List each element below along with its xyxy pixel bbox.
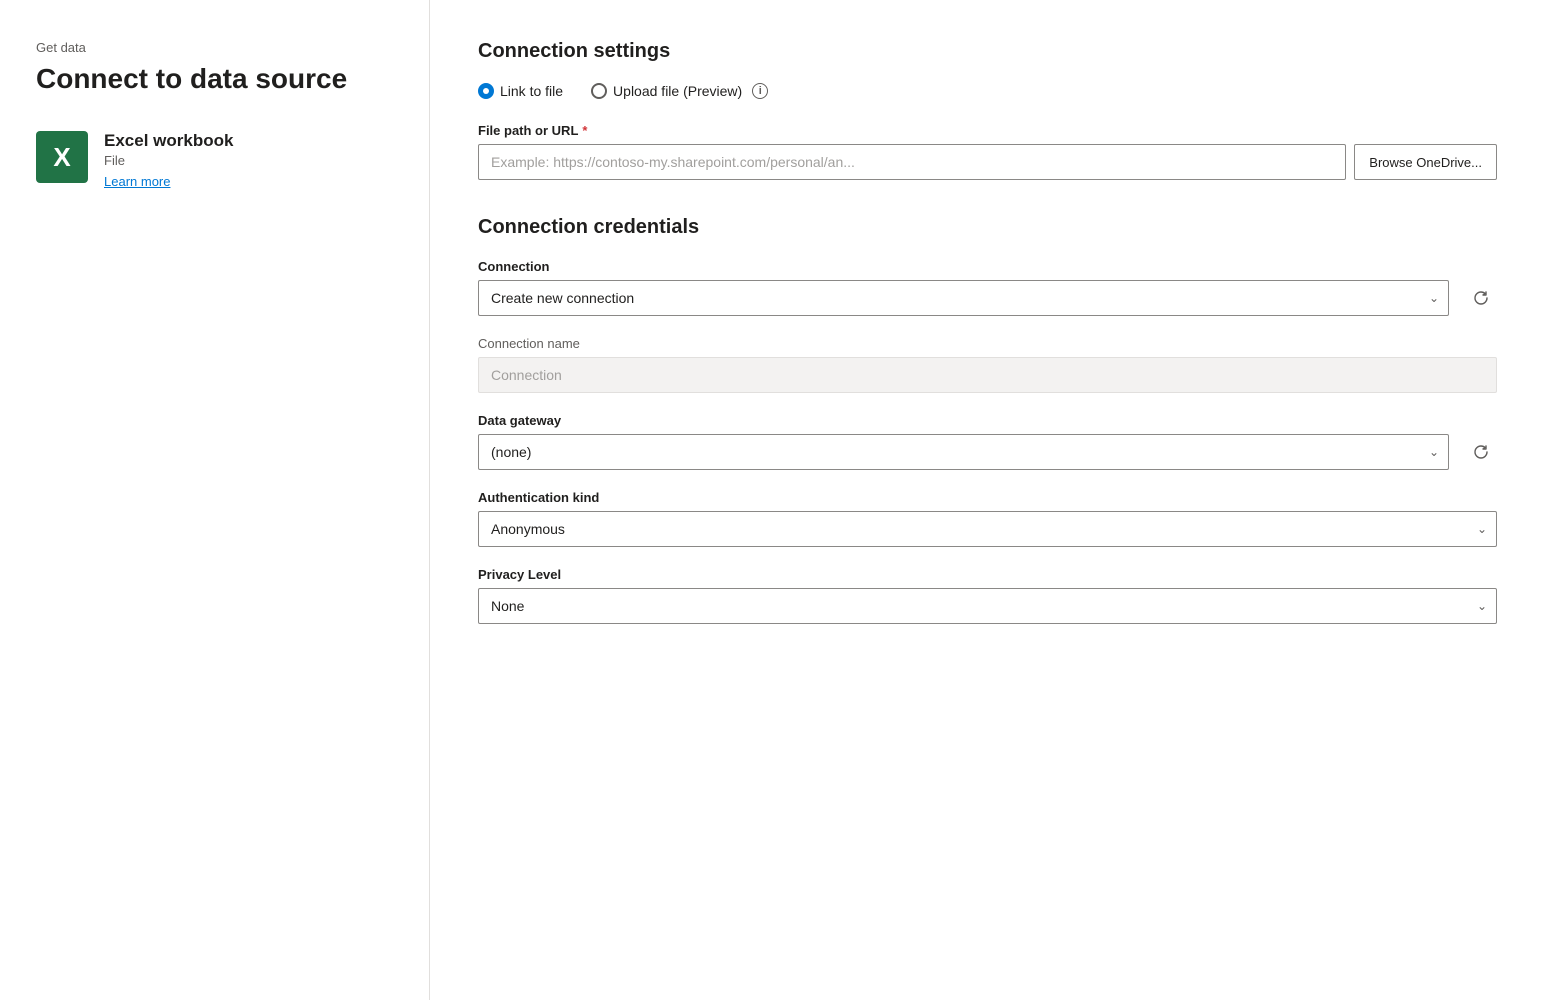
radio-upload-file-circle	[591, 83, 607, 99]
file-path-input-row: Browse OneDrive...	[478, 144, 1497, 180]
connection-select[interactable]: Create new connection	[478, 280, 1449, 316]
file-path-group: File path or URL * Browse OneDrive...	[478, 123, 1497, 180]
connector-details: Excel workbook File Learn more	[104, 131, 233, 189]
data-gateway-refresh-icon[interactable]	[1465, 436, 1497, 468]
connection-refresh-icon[interactable]	[1465, 282, 1497, 314]
auth-kind-label: Authentication kind	[478, 490, 1497, 505]
privacy-level-select[interactable]: None	[478, 588, 1497, 624]
radio-upload-file[interactable]: Upload file (Preview) i	[591, 83, 768, 99]
auth-kind-group: Authentication kind Anonymous ⌄	[478, 490, 1497, 547]
connection-label: Connection	[478, 259, 1497, 274]
excel-x-letter: X	[53, 144, 70, 170]
required-star: *	[582, 123, 587, 138]
connection-name-label: Connection name	[478, 336, 1497, 351]
connector-info: X Excel workbook File Learn more	[36, 131, 393, 189]
page-title: Connect to data source	[36, 63, 393, 95]
excel-icon: X	[36, 131, 88, 183]
browse-onedrive-button[interactable]: Browse OneDrive...	[1354, 144, 1497, 180]
radio-link-to-file-circle	[478, 83, 494, 99]
connection-type-radio-group: Link to file Upload file (Preview) i	[478, 83, 1497, 99]
connection-field-group: Connection Create new connection ⌄	[478, 259, 1497, 316]
breadcrumb: Get data	[36, 40, 393, 55]
radio-upload-file-label: Upload file (Preview)	[613, 83, 742, 99]
data-gateway-label: Data gateway	[478, 413, 1497, 428]
file-path-input[interactable]	[478, 144, 1346, 180]
radio-link-to-file-label: Link to file	[500, 83, 563, 99]
file-path-label: File path or URL *	[478, 123, 1497, 138]
upload-file-info-icon[interactable]: i	[752, 83, 768, 99]
connection-name-group: Connection name	[478, 336, 1497, 393]
privacy-level-label: Privacy Level	[478, 567, 1497, 582]
auth-kind-select[interactable]: Anonymous	[478, 511, 1497, 547]
connector-name: Excel workbook	[104, 131, 233, 151]
radio-link-to-file[interactable]: Link to file	[478, 83, 563, 99]
right-panel: Connection settings Link to file Upload …	[430, 0, 1545, 1000]
connection-credentials-section: Connection credentials Connection Create…	[478, 216, 1497, 624]
left-panel: Get data Connect to data source X Excel …	[0, 0, 430, 1000]
data-gateway-group: Data gateway (none) ⌄	[478, 413, 1497, 470]
connection-credentials-title: Connection credentials	[478, 216, 1497, 239]
connection-settings-title: Connection settings	[478, 40, 1497, 63]
connection-name-input[interactable]	[478, 357, 1497, 393]
privacy-level-group: Privacy Level None ⌄	[478, 567, 1497, 624]
learn-more-link[interactable]: Learn more	[104, 174, 233, 189]
connector-type: File	[104, 153, 233, 168]
data-gateway-select[interactable]: (none)	[478, 434, 1449, 470]
